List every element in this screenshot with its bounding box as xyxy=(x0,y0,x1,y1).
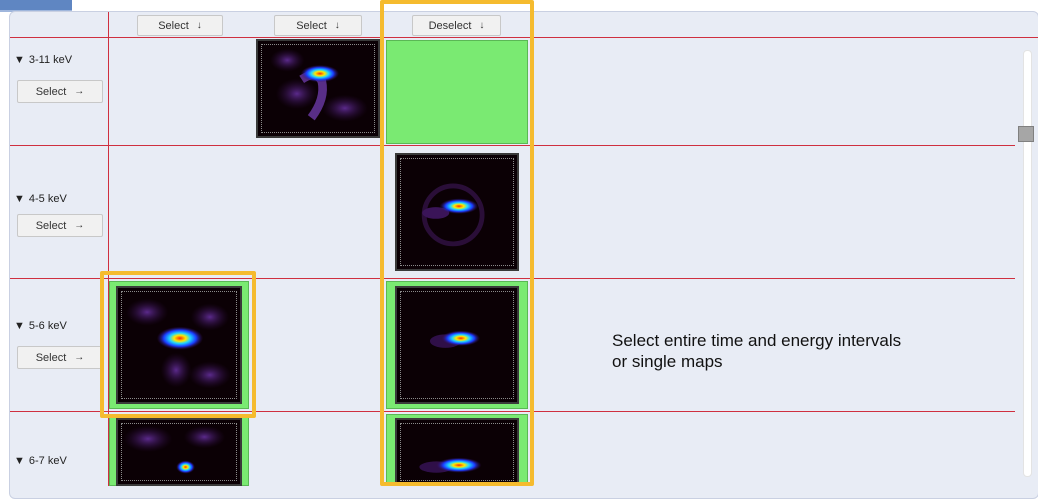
column-deselect-label: Deselect xyxy=(428,19,472,32)
map-image xyxy=(118,288,240,402)
row-label[interactable]: ▼ 6-7 keV xyxy=(14,455,67,467)
scrollbar-track[interactable] xyxy=(1023,50,1032,477)
grid-line xyxy=(10,411,1015,412)
map-selection-panel: Select ↓ Select ↓ Deselect ↓ ▼ 3-11 keV … xyxy=(0,0,1038,499)
row-label-text: 5-6 keV xyxy=(28,320,67,332)
row-select-label: Select xyxy=(35,219,67,232)
arrow-down-icon: ↓ xyxy=(479,20,485,31)
row-select-label: Select xyxy=(35,85,67,98)
row-label[interactable]: ▼ 4-5 keV xyxy=(14,193,67,205)
triangle-down-icon: ▼ xyxy=(14,454,25,467)
arrow-down-icon: ↓ xyxy=(334,20,340,31)
column-deselect-button[interactable]: Deselect ↓ xyxy=(412,15,501,36)
map-image xyxy=(398,420,516,484)
row-select-button[interactable]: Select → xyxy=(17,214,103,237)
map-image xyxy=(258,41,378,136)
map-image xyxy=(397,288,517,402)
instruction-caption: Select entire time and energy intervals … xyxy=(612,330,901,372)
row-label[interactable]: ▼ 3-11 keV xyxy=(14,54,72,66)
map-image xyxy=(397,155,517,269)
triangle-down-icon: ▼ xyxy=(14,53,25,66)
row-select-label: Select xyxy=(35,351,67,364)
triangle-down-icon: ▼ xyxy=(14,319,25,332)
row-label-text: 4-5 keV xyxy=(28,193,67,205)
energy-map-thumbnail[interactable] xyxy=(395,153,519,271)
arrow-right-icon: → xyxy=(74,352,85,363)
energy-map-thumbnail[interactable] xyxy=(116,286,242,404)
column-select-button[interactable]: Select ↓ xyxy=(137,15,223,36)
grid-line xyxy=(10,278,1015,279)
caption-line: or single maps xyxy=(612,352,723,371)
row-select-button[interactable]: Select → xyxy=(17,80,103,103)
grid-line xyxy=(10,37,1038,38)
scrollbar-thumb[interactable] xyxy=(1018,126,1034,142)
arrow-right-icon: → xyxy=(74,86,85,97)
column-select-button[interactable]: Select ↓ xyxy=(274,15,362,36)
caption-line: Select entire time and energy intervals xyxy=(612,331,902,350)
row-label[interactable]: ▼ 5-6 keV xyxy=(14,320,67,332)
energy-map-thumbnail[interactable] xyxy=(395,286,519,404)
map-image xyxy=(119,420,239,484)
row-select-button[interactable]: Select → xyxy=(17,346,103,369)
grid-line xyxy=(10,145,1015,146)
arrow-right-icon: → xyxy=(74,220,85,231)
row-label-text: 6-7 keV xyxy=(28,455,67,467)
energy-map-thumbnail[interactable] xyxy=(395,418,519,486)
row-label-text: 3-11 keV xyxy=(28,54,73,66)
column-select-label: Select xyxy=(158,19,189,32)
energy-map-thumbnail[interactable] xyxy=(116,418,242,486)
triangle-down-icon: ▼ xyxy=(14,192,25,205)
selected-cell[interactable] xyxy=(386,40,528,144)
arrow-down-icon: ↓ xyxy=(196,20,202,31)
energy-map-thumbnail[interactable] xyxy=(256,39,380,138)
column-select-label: Select xyxy=(296,19,327,32)
